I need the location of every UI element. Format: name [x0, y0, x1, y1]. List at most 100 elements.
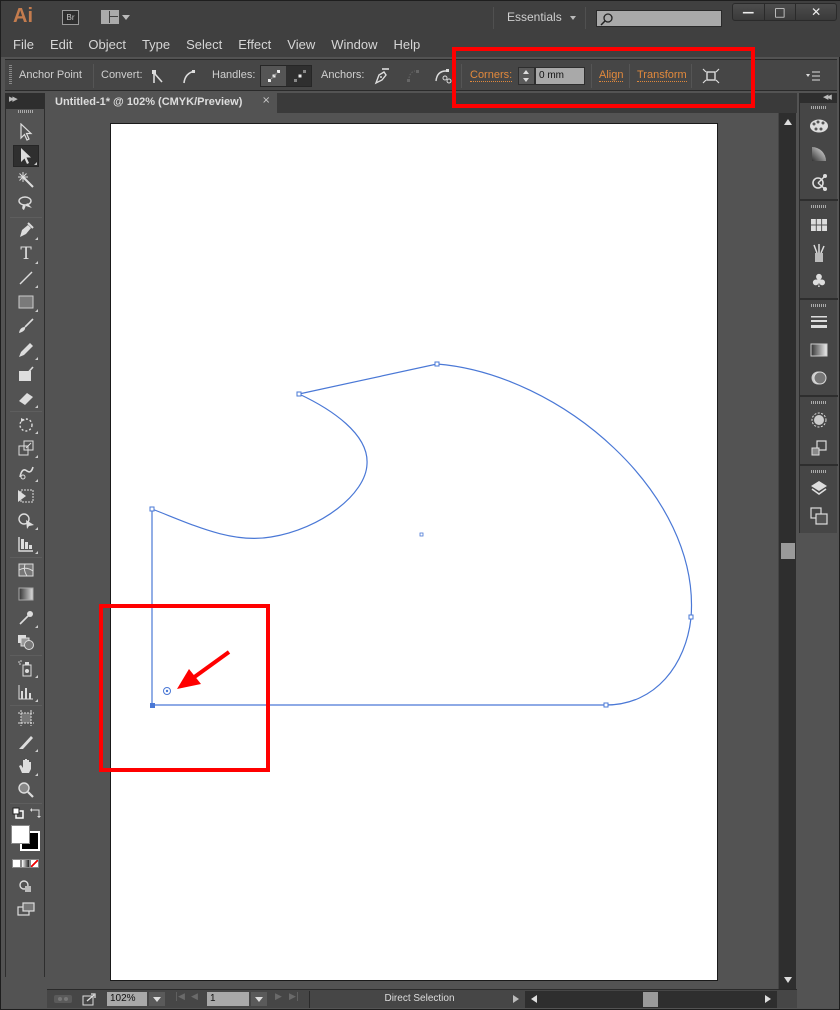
free-transform-tool[interactable]	[13, 485, 39, 507]
gradient-panel-button[interactable]	[808, 339, 830, 361]
brushes-button[interactable]	[808, 242, 830, 264]
search-input[interactable]	[596, 10, 722, 27]
anchor-point[interactable]	[149, 506, 155, 512]
close-tab-icon[interactable]: ×	[262, 95, 270, 106]
menu-file[interactable]: File	[13, 35, 34, 57]
scroll-left-icon[interactable]	[531, 995, 537, 1003]
artboard-number-field[interactable]: 1	[207, 992, 249, 1006]
last-artboard-icon[interactable]: ▶|	[289, 992, 299, 1006]
connect-endpoints-button[interactable]	[403, 66, 423, 86]
transparency-button[interactable]	[808, 367, 830, 389]
zoom-tool[interactable]	[13, 779, 39, 801]
show-handles-button[interactable]	[261, 66, 286, 86]
mesh-tool[interactable]	[13, 559, 39, 581]
canvas-area[interactable]	[47, 113, 777, 989]
vertical-scrollbar[interactable]	[778, 113, 796, 989]
anchor-point[interactable]	[688, 614, 694, 620]
hand-tool[interactable]	[13, 755, 39, 777]
maximize-button[interactable]: □	[765, 4, 797, 20]
rectangle-tool[interactable]	[13, 291, 39, 313]
control-bar-grip[interactable]	[9, 65, 12, 85]
panel-group-grip[interactable]	[811, 205, 827, 208]
minimize-button[interactable]: —	[733, 4, 765, 20]
graphic-styles-button[interactable]	[808, 437, 830, 459]
control-bar-menu-button[interactable]	[803, 66, 823, 86]
color-mode-button[interactable]	[12, 859, 21, 868]
swatches-button[interactable]	[808, 214, 830, 236]
remove-anchor-button[interactable]	[371, 66, 391, 86]
horizontal-scrollbar[interactable]	[525, 991, 777, 1008]
bridge-button[interactable]: Br	[62, 10, 79, 25]
menu-window[interactable]: Window	[331, 35, 377, 57]
artboard[interactable]	[110, 123, 718, 981]
menu-object[interactable]: Object	[88, 35, 126, 57]
artboard-dropdown[interactable]	[251, 992, 267, 1006]
menu-select[interactable]: Select	[186, 35, 222, 57]
color-guide-button[interactable]	[808, 143, 830, 165]
convert-to-corner-button[interactable]	[147, 66, 167, 86]
type-tool[interactable]: T	[13, 243, 39, 265]
color-panel-button[interactable]	[808, 115, 830, 137]
line-segment-tool[interactable]	[13, 267, 39, 289]
layers-button[interactable]	[808, 477, 830, 499]
gpu-preview-button[interactable]	[53, 992, 73, 1006]
zoom-level-field[interactable]: 102%	[107, 992, 147, 1006]
slice-tool[interactable]	[13, 731, 39, 753]
first-artboard-icon[interactable]: |◀	[175, 992, 185, 1006]
close-button[interactable]: ✕	[796, 4, 836, 20]
status-menu-icon[interactable]	[513, 995, 519, 1003]
none-mode-button[interactable]	[30, 859, 39, 868]
screen-mode-button[interactable]	[16, 901, 36, 917]
share-button[interactable]	[81, 992, 97, 1006]
right-dock-header[interactable]: ◀◀	[799, 93, 837, 103]
workspace-switcher[interactable]: Essentials	[507, 10, 576, 24]
perspective-grid-tool[interactable]	[13, 533, 39, 555]
panel-group-grip[interactable]	[811, 470, 827, 473]
lasso-tool[interactable]	[13, 193, 39, 215]
vertical-scroll-thumb[interactable]	[781, 543, 795, 559]
selection-tool[interactable]	[13, 121, 39, 143]
convert-to-smooth-button[interactable]	[179, 66, 199, 86]
anchor-point[interactable]	[434, 361, 440, 367]
eyedropper-tool[interactable]	[13, 607, 39, 629]
drawing-mode-button[interactable]	[18, 879, 34, 893]
stroke-panel-button[interactable]	[808, 311, 830, 333]
swap-fill-stroke-button[interactable]	[30, 806, 42, 818]
kuler-button[interactable]	[808, 171, 830, 193]
scroll-down-icon[interactable]	[784, 977, 792, 983]
artboard-tool[interactable]	[13, 707, 39, 729]
pencil-tool[interactable]	[13, 339, 39, 361]
tools-panel-grip[interactable]	[18, 110, 34, 113]
anchor-point[interactable]	[296, 391, 302, 397]
artboards-button[interactable]	[808, 505, 830, 527]
menu-view[interactable]: View	[287, 35, 315, 57]
cut-path-button[interactable]	[433, 66, 453, 86]
panel-group-grip[interactable]	[811, 304, 827, 307]
blend-tool[interactable]	[13, 631, 39, 653]
column-graph-tool[interactable]	[13, 681, 39, 703]
default-fill-stroke-button[interactable]	[12, 807, 24, 819]
symbol-sprayer-tool[interactable]	[13, 657, 39, 679]
fill-swatch[interactable]	[11, 825, 30, 844]
scroll-right-icon[interactable]	[765, 995, 771, 1003]
next-artboard-icon[interactable]: ▶	[275, 992, 282, 1006]
menu-type[interactable]: Type	[142, 35, 170, 57]
warp-tool[interactable]	[13, 461, 39, 483]
menu-effect[interactable]: Effect	[238, 35, 271, 57]
hide-handles-button[interactable]	[287, 66, 312, 86]
gradient-tool[interactable]	[13, 583, 39, 605]
appearance-button[interactable]	[808, 409, 830, 431]
panel-group-grip[interactable]	[811, 106, 827, 109]
horizontal-scroll-thumb[interactable]	[643, 992, 658, 1007]
direct-selection-tool[interactable]	[13, 145, 39, 167]
anchor-point[interactable]	[603, 702, 609, 708]
arrange-documents-button[interactable]	[101, 10, 130, 25]
previous-artboard-icon[interactable]: ◀	[191, 992, 198, 1006]
panel-group-grip[interactable]	[811, 401, 827, 404]
scroll-up-icon[interactable]	[784, 119, 792, 125]
tools-panel-header[interactable]: ▶▶	[5, 93, 45, 109]
menu-help[interactable]: Help	[393, 35, 420, 57]
rotate-tool[interactable]	[13, 413, 39, 435]
gradient-mode-button[interactable]	[21, 859, 30, 868]
scale-tool[interactable]	[13, 437, 39, 459]
